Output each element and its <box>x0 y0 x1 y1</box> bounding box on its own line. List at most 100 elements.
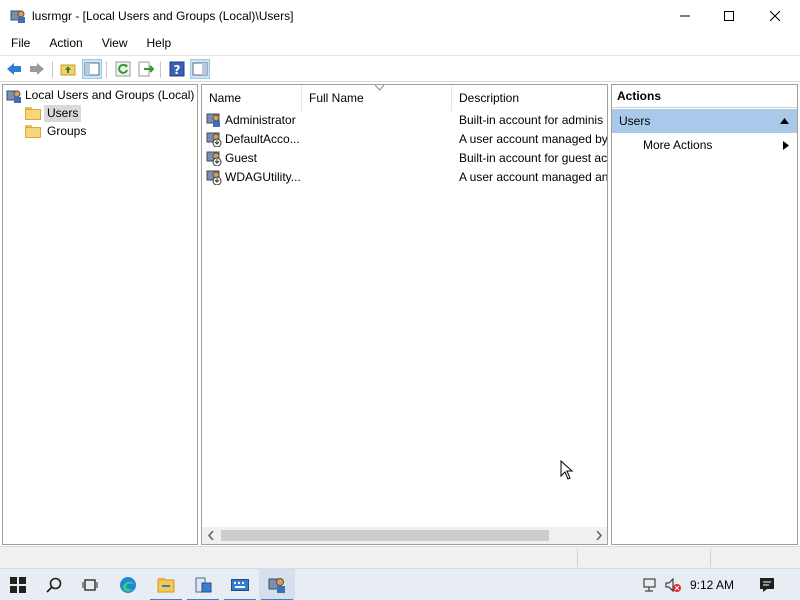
taskbar: 9:12 AM <box>0 568 800 600</box>
task-view-button[interactable] <box>72 569 108 600</box>
user-name: Guest <box>225 151 258 165</box>
chevron-left-icon <box>207 531 214 540</box>
windows-logo-icon <box>10 577 26 593</box>
back-button[interactable] <box>4 59 24 79</box>
user-icon <box>206 112 222 128</box>
show-hide-action-pane-button[interactable] <box>190 59 210 79</box>
lusrmgr-taskbar-button[interactable] <box>259 569 295 600</box>
task-view-icon <box>82 579 98 591</box>
forward-icon <box>30 63 44 75</box>
window-title: lusrmgr - [Local Users and Groups (Local… <box>32 9 294 23</box>
chevron-right-icon <box>595 531 602 540</box>
start-button[interactable] <box>0 569 36 600</box>
toolbar: ? <box>0 55 800 82</box>
help-button[interactable]: ? <box>167 59 187 79</box>
actions-title: Actions <box>612 85 797 108</box>
keyboard-app-button[interactable] <box>222 569 258 600</box>
search-button[interactable] <box>36 569 72 600</box>
actions-section-label: Users <box>619 114 651 128</box>
horizontal-scrollbar[interactable] <box>202 527 607 544</box>
export-list-button[interactable] <box>136 59 156 79</box>
close-icon <box>770 11 780 21</box>
user-description: A user account managed an <box>459 170 607 184</box>
disabled-user-icon <box>206 169 222 186</box>
help-icon: ? <box>169 61 185 77</box>
show-hide-tree-icon <box>84 62 100 76</box>
up-folder-icon <box>60 64 76 76</box>
notification-center-icon[interactable] <box>759 577 775 593</box>
search-icon <box>46 577 62 593</box>
taskbar-clock[interactable]: 9:12 AM <box>690 569 734 600</box>
minimize-button[interactable] <box>662 0 708 32</box>
status-bar <box>0 546 800 568</box>
actions-pane: Actions Users More Actions <box>611 84 798 545</box>
scrollbar-thumb[interactable] <box>221 530 549 541</box>
user-name: WDAGUtility... <box>225 170 300 184</box>
scroll-left-button[interactable] <box>202 527 219 544</box>
app-icon[interactable] <box>10 8 26 24</box>
console-tree-pane[interactable]: Local Users and Groups (Local) Users Gro… <box>2 84 198 545</box>
server-manager-button[interactable] <box>185 569 221 600</box>
sort-arrow-icon <box>375 85 384 91</box>
minimize-icon <box>680 15 690 17</box>
tree-item-users[interactable]: Users <box>25 105 82 122</box>
table-row[interactable]: WDAGUtility... A user account managed an <box>202 168 607 187</box>
title-bar: lusrmgr - [Local Users and Groups (Local… <box>0 0 800 32</box>
column-header-description[interactable]: Description <box>452 85 607 111</box>
user-full-name <box>309 111 449 130</box>
file-explorer-icon <box>157 578 175 593</box>
table-row[interactable]: Administrator Built-in account for admin… <box>202 111 607 130</box>
up-one-level-button[interactable] <box>58 59 78 79</box>
folder-icon <box>25 107 41 120</box>
refresh-icon <box>115 61 131 77</box>
menu-file[interactable]: File <box>0 32 38 54</box>
maximize-button[interactable] <box>706 0 752 32</box>
user-description: Built-in account for guest ac <box>459 151 607 165</box>
file-explorer-button[interactable] <box>148 569 184 600</box>
maximize-icon <box>724 11 734 21</box>
results-list-pane[interactable]: Name Full Name Description Administrator… <box>201 84 608 545</box>
menu-help[interactable]: Help <box>136 32 180 54</box>
more-actions-item[interactable]: More Actions <box>643 137 712 154</box>
folder-icon <box>25 125 41 138</box>
tree-item-groups-label: Groups <box>47 124 87 138</box>
column-header-name[interactable]: Name <box>202 85 302 111</box>
tree-item-groups[interactable]: Groups <box>25 123 89 140</box>
tree-root-label: Local Users and Groups (Local) <box>25 88 195 102</box>
back-icon <box>7 63 21 75</box>
user-full-name <box>309 168 449 187</box>
volume-muted-icon[interactable] <box>665 577 681 593</box>
show-hide-action-pane-icon <box>192 62 208 76</box>
disabled-user-icon <box>206 150 222 167</box>
user-name: DefaultAcco... <box>225 132 300 146</box>
svg-text:?: ? <box>174 63 181 77</box>
disabled-user-icon <box>206 131 222 148</box>
user-full-name <box>309 130 449 149</box>
actions-section-users[interactable]: Users <box>612 109 797 133</box>
collapse-arrow-icon[interactable] <box>780 118 789 124</box>
tree-item-users-label: Users <box>44 105 82 122</box>
computer-users-icon <box>268 578 285 593</box>
user-description: A user account managed by <box>459 132 607 146</box>
menu-view[interactable]: View <box>91 32 136 54</box>
export-list-icon <box>138 61 154 77</box>
user-full-name <box>309 149 449 168</box>
edge-button[interactable] <box>110 569 146 600</box>
table-row[interactable]: Guest Built-in account for guest ac <box>202 149 607 168</box>
forward-button[interactable] <box>27 59 47 79</box>
computer-users-icon <box>6 88 22 104</box>
network-icon[interactable] <box>642 577 658 593</box>
tree-root[interactable]: Local Users and Groups (Local) <box>6 87 197 104</box>
keyboard-icon <box>231 579 249 591</box>
close-button[interactable] <box>752 0 798 32</box>
edge-icon <box>120 577 136 593</box>
mouse-cursor-icon <box>560 460 574 480</box>
server-manager-icon <box>195 577 212 593</box>
table-row[interactable]: DefaultAcco... A user account managed by <box>202 130 607 149</box>
menu-action[interactable]: Action <box>38 32 90 54</box>
scroll-right-button[interactable] <box>590 527 607 544</box>
show-hide-tree-button[interactable] <box>82 59 102 79</box>
submenu-arrow-icon[interactable] <box>783 141 789 150</box>
refresh-button[interactable] <box>113 59 133 79</box>
more-actions-label: More Actions <box>643 138 713 152</box>
